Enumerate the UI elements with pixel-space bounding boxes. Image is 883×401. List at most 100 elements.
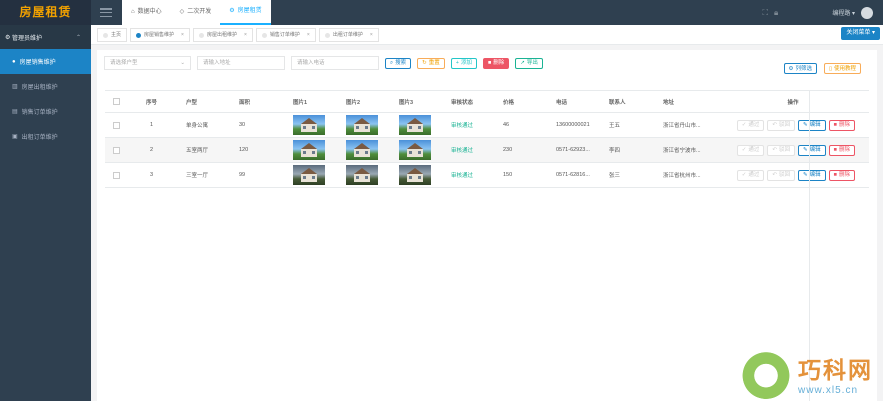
cell-price: 150 [503, 172, 513, 178]
watermark-url: www.xl5.cn [798, 384, 859, 396]
close-icon[interactable]: × [244, 28, 247, 42]
top-bar: 房屋租赁 ⌂ 数据中心 ◇ 二次开发 ⚙ 房屋租赁 ⛶ 🔒︎ 编程路 ▾ [0, 0, 883, 25]
reject-button[interactable]: ↶ 驳回 [767, 169, 796, 181]
house-type-select[interactable]: 请选择户型 ⌄ [104, 56, 191, 70]
page-tabs-row: 主页 房屋销售维护 × 房屋出租维护 × 销售订单维护 × 出租订单维护 × 关闭菜单 … [91, 25, 883, 45]
page-tab-sale-orders[interactable]: 销售订单维护 × [255, 28, 316, 42]
sidebar-group-admin[interactable]: ⚙ 管理员维护 ⌃ [0, 25, 91, 49]
tab-dot-icon [136, 32, 142, 38]
home-icon: ⌂ [131, 9, 135, 15]
house-image[interactable] [346, 165, 378, 185]
export-icon: ➚ [520, 60, 525, 66]
row-delete-button[interactable]: ■ 删除 [828, 169, 855, 181]
col-address[interactable]: 地址 [655, 98, 709, 106]
pass-button[interactable]: ✓ 通过 [736, 119, 765, 131]
avatar[interactable] [861, 6, 873, 19]
lock-icon[interactable]: 🔒︎ [774, 8, 778, 18]
pass-button[interactable]: ✓ 通过 [736, 169, 765, 181]
top-tab-data-center[interactable]: ⌂ 数据中心 [122, 0, 171, 25]
table-row[interactable]: 3 三室一厅 99 审核通过 150 0571-62816... 张三 浙江省杭… [105, 163, 869, 188]
house-image[interactable] [346, 140, 378, 160]
top-tab-house-rental[interactable]: ⚙ 房屋租赁 [220, 0, 271, 25]
close-icon[interactable]: × [370, 28, 373, 42]
cell-index: 1 [149, 122, 154, 128]
menu-toggle-icon[interactable] [100, 8, 112, 17]
close-icon[interactable]: × [307, 28, 310, 42]
trash-icon: ■ [487, 60, 492, 66]
col-area[interactable]: 面积 [231, 98, 285, 106]
col-note[interactable]: 备 [709, 98, 717, 106]
edit-icon: ✎ [803, 147, 808, 153]
top-tab-secondary-dev[interactable]: ◇ 二次开发 [171, 0, 221, 25]
phone-input[interactable]: 请输入电话 [291, 56, 379, 70]
col-type[interactable]: 户型 [178, 98, 231, 106]
reject-button[interactable]: ↶ 驳回 [767, 119, 796, 131]
table-row[interactable]: 2 五室两厅 120 审核通过 230 0571-62923... 李四 浙江省… [105, 138, 869, 163]
reject-button[interactable]: ↶ 驳回 [767, 144, 796, 156]
tutorial-button[interactable]: ▯ 使用教程 [823, 63, 861, 74]
plus-icon: + [455, 60, 459, 66]
col-index[interactable]: 序号 [125, 98, 178, 106]
row-checkbox[interactable] [113, 121, 120, 129]
sidebar-item-house-rent[interactable]: ▥ 房屋出租维护 [0, 74, 91, 99]
page-tab-house-sale[interactable]: 房屋销售维护 × [130, 28, 190, 42]
app-logo: 房屋租赁 [0, 0, 91, 25]
page-tab-home[interactable]: 主页 [97, 28, 128, 42]
select-all-checkbox[interactable] [113, 98, 120, 105]
trash-icon: ■ [833, 172, 837, 178]
sidebar-item-house-sale[interactable]: ● 房屋销售维护 [0, 49, 91, 74]
gear-icon: ⚙ [229, 8, 235, 14]
row-checkbox[interactable] [113, 171, 120, 179]
table-tools: ⚙ 列筛选 ▯ 使用教程 [783, 63, 861, 74]
page-tab-rent-orders[interactable]: 出租订单维护 × [318, 28, 379, 42]
edit-button[interactable]: ✎ 编辑 [798, 119, 826, 131]
house-image[interactable] [293, 115, 325, 135]
bag-icon: ▣ [12, 134, 18, 140]
col-img1[interactable]: 图片1 [285, 98, 338, 106]
fullscreen-icon[interactable]: ⛶ [762, 8, 768, 18]
cell-type: 单身公寓 [186, 123, 209, 129]
export-button[interactable]: ➚ 导出 [515, 57, 543, 69]
house-image[interactable] [293, 140, 325, 160]
col-contact[interactable]: 联系人 [601, 98, 655, 106]
undo-icon: ↶ [772, 172, 778, 178]
address-input[interactable]: 请输入地址 [197, 56, 285, 70]
cell-address: 浙江省丹山市... [663, 123, 701, 129]
add-button[interactable]: + 添加 [450, 57, 477, 69]
close-icon[interactable]: × [181, 28, 184, 42]
tab-dot-icon [261, 32, 267, 38]
chevron-down-icon: ⌄ [180, 60, 185, 66]
edit-button[interactable]: ✎ 编辑 [798, 169, 826, 181]
user-menu[interactable]: 编程路 ▾ [832, 8, 855, 17]
column-filter-button[interactable]: ⚙ 列筛选 [783, 63, 817, 74]
building-icon: ▥ [12, 84, 18, 90]
table-header: 序号 户型 面积 图片1 图片2 图片3 审核状态 价格 电话 联系人 地址 备… [105, 91, 869, 113]
sidebar-item-sale-orders[interactable]: ▤ 销售订单维护 [0, 99, 91, 124]
house-image[interactable] [346, 115, 378, 135]
page-tab-house-rent[interactable]: 房屋出租维护 × [192, 28, 253, 42]
house-image[interactable] [399, 165, 431, 185]
close-menu-dropdown[interactable]: 关闭菜单 ▾ [841, 27, 880, 40]
check-icon: ✓ [741, 147, 747, 153]
pass-button[interactable]: ✓ 通过 [736, 144, 765, 156]
row-delete-button[interactable]: ■ 删除 [828, 144, 855, 156]
house-image[interactable] [399, 115, 431, 135]
row-checkbox[interactable] [113, 146, 120, 154]
col-price[interactable]: 价格 [495, 98, 548, 106]
check-icon: ✓ [741, 122, 747, 128]
reset-button[interactable]: ↻ 重置 [417, 57, 445, 69]
col-status[interactable]: 审核状态 [443, 98, 495, 106]
tab-dot-icon [103, 32, 108, 38]
col-phone[interactable]: 电话 [548, 98, 601, 106]
edit-button[interactable]: ✎ 编辑 [798, 144, 826, 156]
delete-button[interactable]: ■ 删除 [482, 57, 510, 69]
sidebar-item-rent-orders[interactable]: ▣ 出租订单维护 [0, 124, 91, 149]
col-img3[interactable]: 图片3 [391, 98, 443, 106]
house-table: 序号 户型 面积 图片1 图片2 图片3 审核状态 价格 电话 联系人 地址 备… [105, 90, 869, 188]
col-img2[interactable]: 图片2 [338, 98, 391, 106]
table-row[interactable]: 1 单身公寓 30 审核通过 46 13600000021 王五 浙江省丹山市.… [105, 113, 869, 138]
row-delete-button[interactable]: ■ 删除 [828, 119, 855, 131]
house-image[interactable] [399, 140, 431, 160]
house-image[interactable] [293, 165, 325, 185]
search-button[interactable]: ⌕ 搜索 [385, 57, 412, 69]
